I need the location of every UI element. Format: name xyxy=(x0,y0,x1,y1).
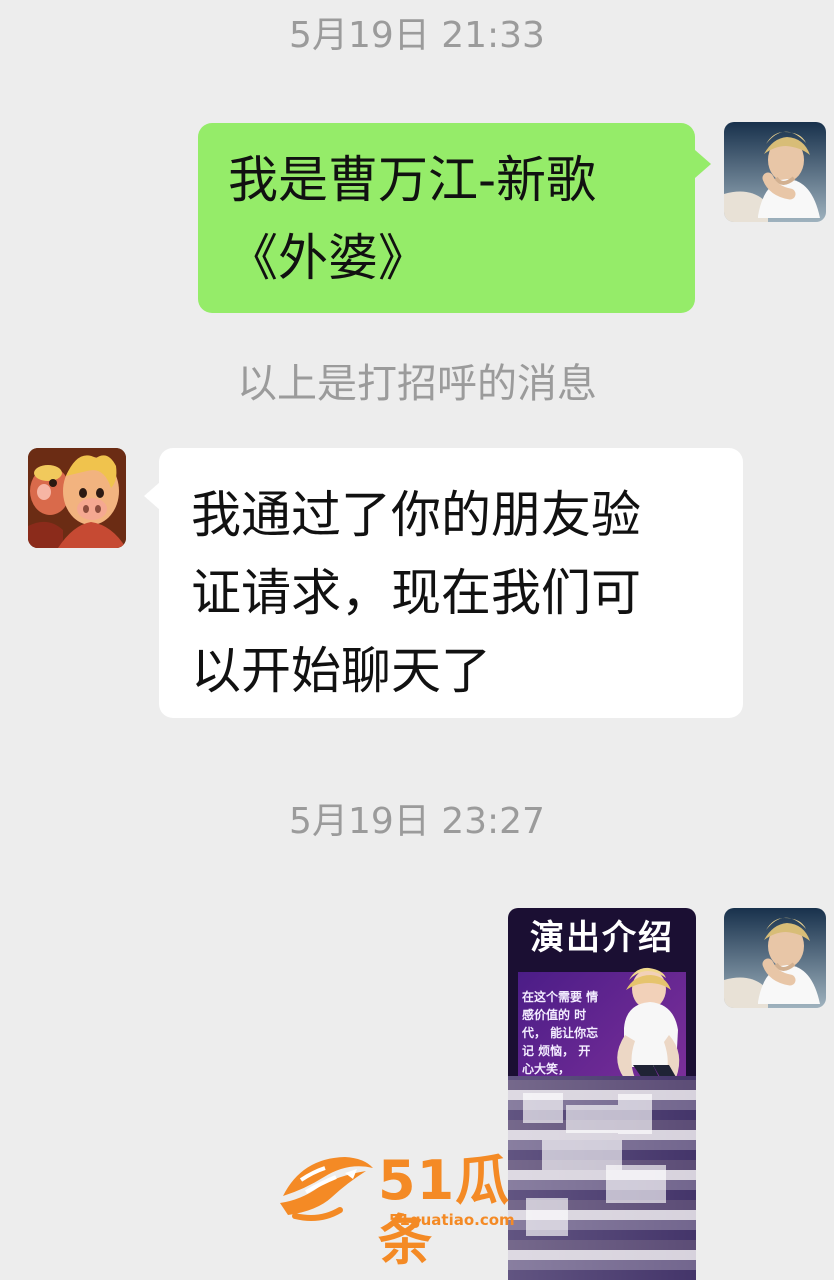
watermark-sub-text: 51guatiao.com xyxy=(389,1211,515,1229)
sent-message-text: 我是曹万江-新歌 《外婆》 xyxy=(228,151,597,287)
pixel-block xyxy=(523,1093,563,1123)
timestamp-top: 5月19日 21:33 xyxy=(289,15,545,56)
contact-avatar[interactable] xyxy=(28,448,126,548)
user-avatar-bottom[interactable] xyxy=(724,908,826,1008)
system-note: 以上是打招呼的消息 xyxy=(237,361,597,407)
timestamp-middle: 5月19日 23:27 xyxy=(289,801,545,842)
pixel-block xyxy=(606,1165,666,1203)
received-message-text: 我通过了你的朋友验 证请求，现在我们可 以开始聊天了 xyxy=(191,486,641,700)
watermark: 51瓜条 51guatiao.com xyxy=(275,1142,565,1271)
cartoon-avatar-icon xyxy=(28,448,126,548)
received-message-bubble[interactable]: 我通过了你的朋友验 证请求，现在我们可 以开始聊天了 xyxy=(159,448,743,718)
poster-copy: 在这个需要 情感价值的 时代， 能让你忘记 烦恼， 开心大笑， xyxy=(522,990,599,1076)
portrait-avatar-icon xyxy=(724,122,826,222)
pixel-block xyxy=(566,1105,618,1133)
pixel-block xyxy=(618,1094,652,1134)
user-avatar-top[interactable] xyxy=(724,122,826,222)
received-message-tail xyxy=(144,482,160,510)
portrait-avatar-icon xyxy=(724,908,826,1008)
sent-message-bubble[interactable]: 我是曹万江-新歌 《外婆》 xyxy=(198,123,695,313)
poster-figure-icon xyxy=(617,967,680,1084)
poster-title: 演出介绍 xyxy=(530,918,674,958)
sent-message-tail xyxy=(695,150,711,178)
fish-logo-icon xyxy=(280,1157,373,1221)
